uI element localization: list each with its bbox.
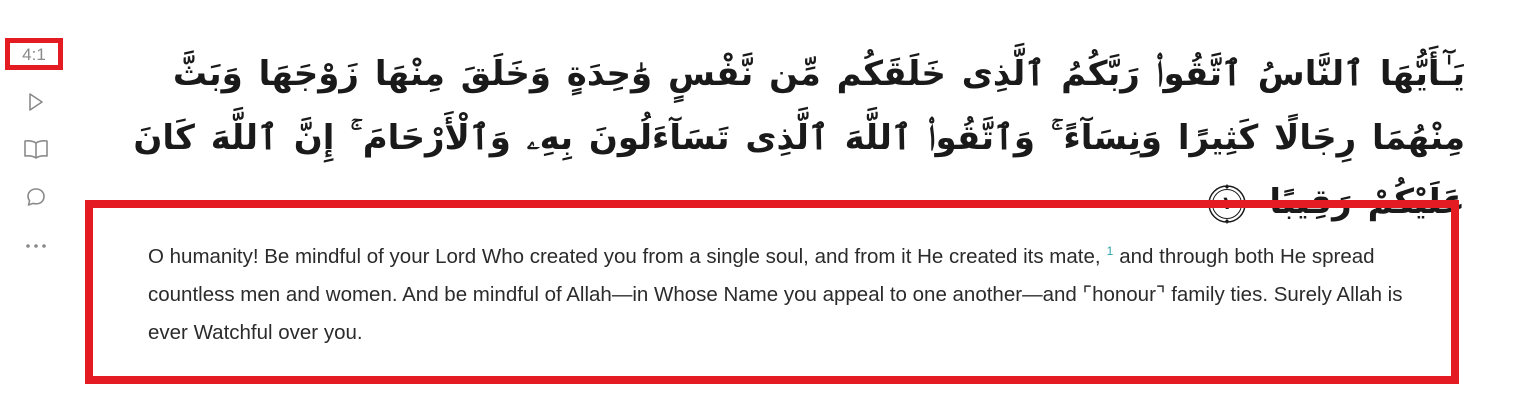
tafsir-button[interactable] <box>22 136 50 162</box>
play-icon <box>27 92 45 112</box>
verse-key-link[interactable]: 4:1 <box>22 46 46 63</box>
footnote-marker[interactable]: 1 <box>1107 244 1114 258</box>
more-options-button[interactable] <box>22 233 50 259</box>
verse-key-highlight: 4:1 <box>5 38 63 70</box>
arabic-verse-text[interactable]: يَـٰٓأَيُّهَا ٱلنَّاسُ ٱتَّقُوا۟ رَبَّكُ… <box>133 54 1465 222</box>
translation-text: O humanity! Be mindful of your Lord Who … <box>148 238 1438 352</box>
more-horizontal-icon <box>25 243 47 249</box>
verse-card: 4:1 يَـٰٓأَيُّهَا ٱلنَّاسُ ٱتَّقُوا۟ رَب… <box>0 0 1537 413</box>
translation-highlight: O humanity! Be mindful of your Lord Who … <box>85 200 1459 384</box>
open-book-icon <box>23 138 49 160</box>
reflect-button[interactable] <box>22 184 50 210</box>
chat-bubble-icon <box>25 186 47 208</box>
translation-part-1: O humanity! Be mindful of your Lord Who … <box>148 245 1101 268</box>
play-button[interactable] <box>22 89 50 115</box>
